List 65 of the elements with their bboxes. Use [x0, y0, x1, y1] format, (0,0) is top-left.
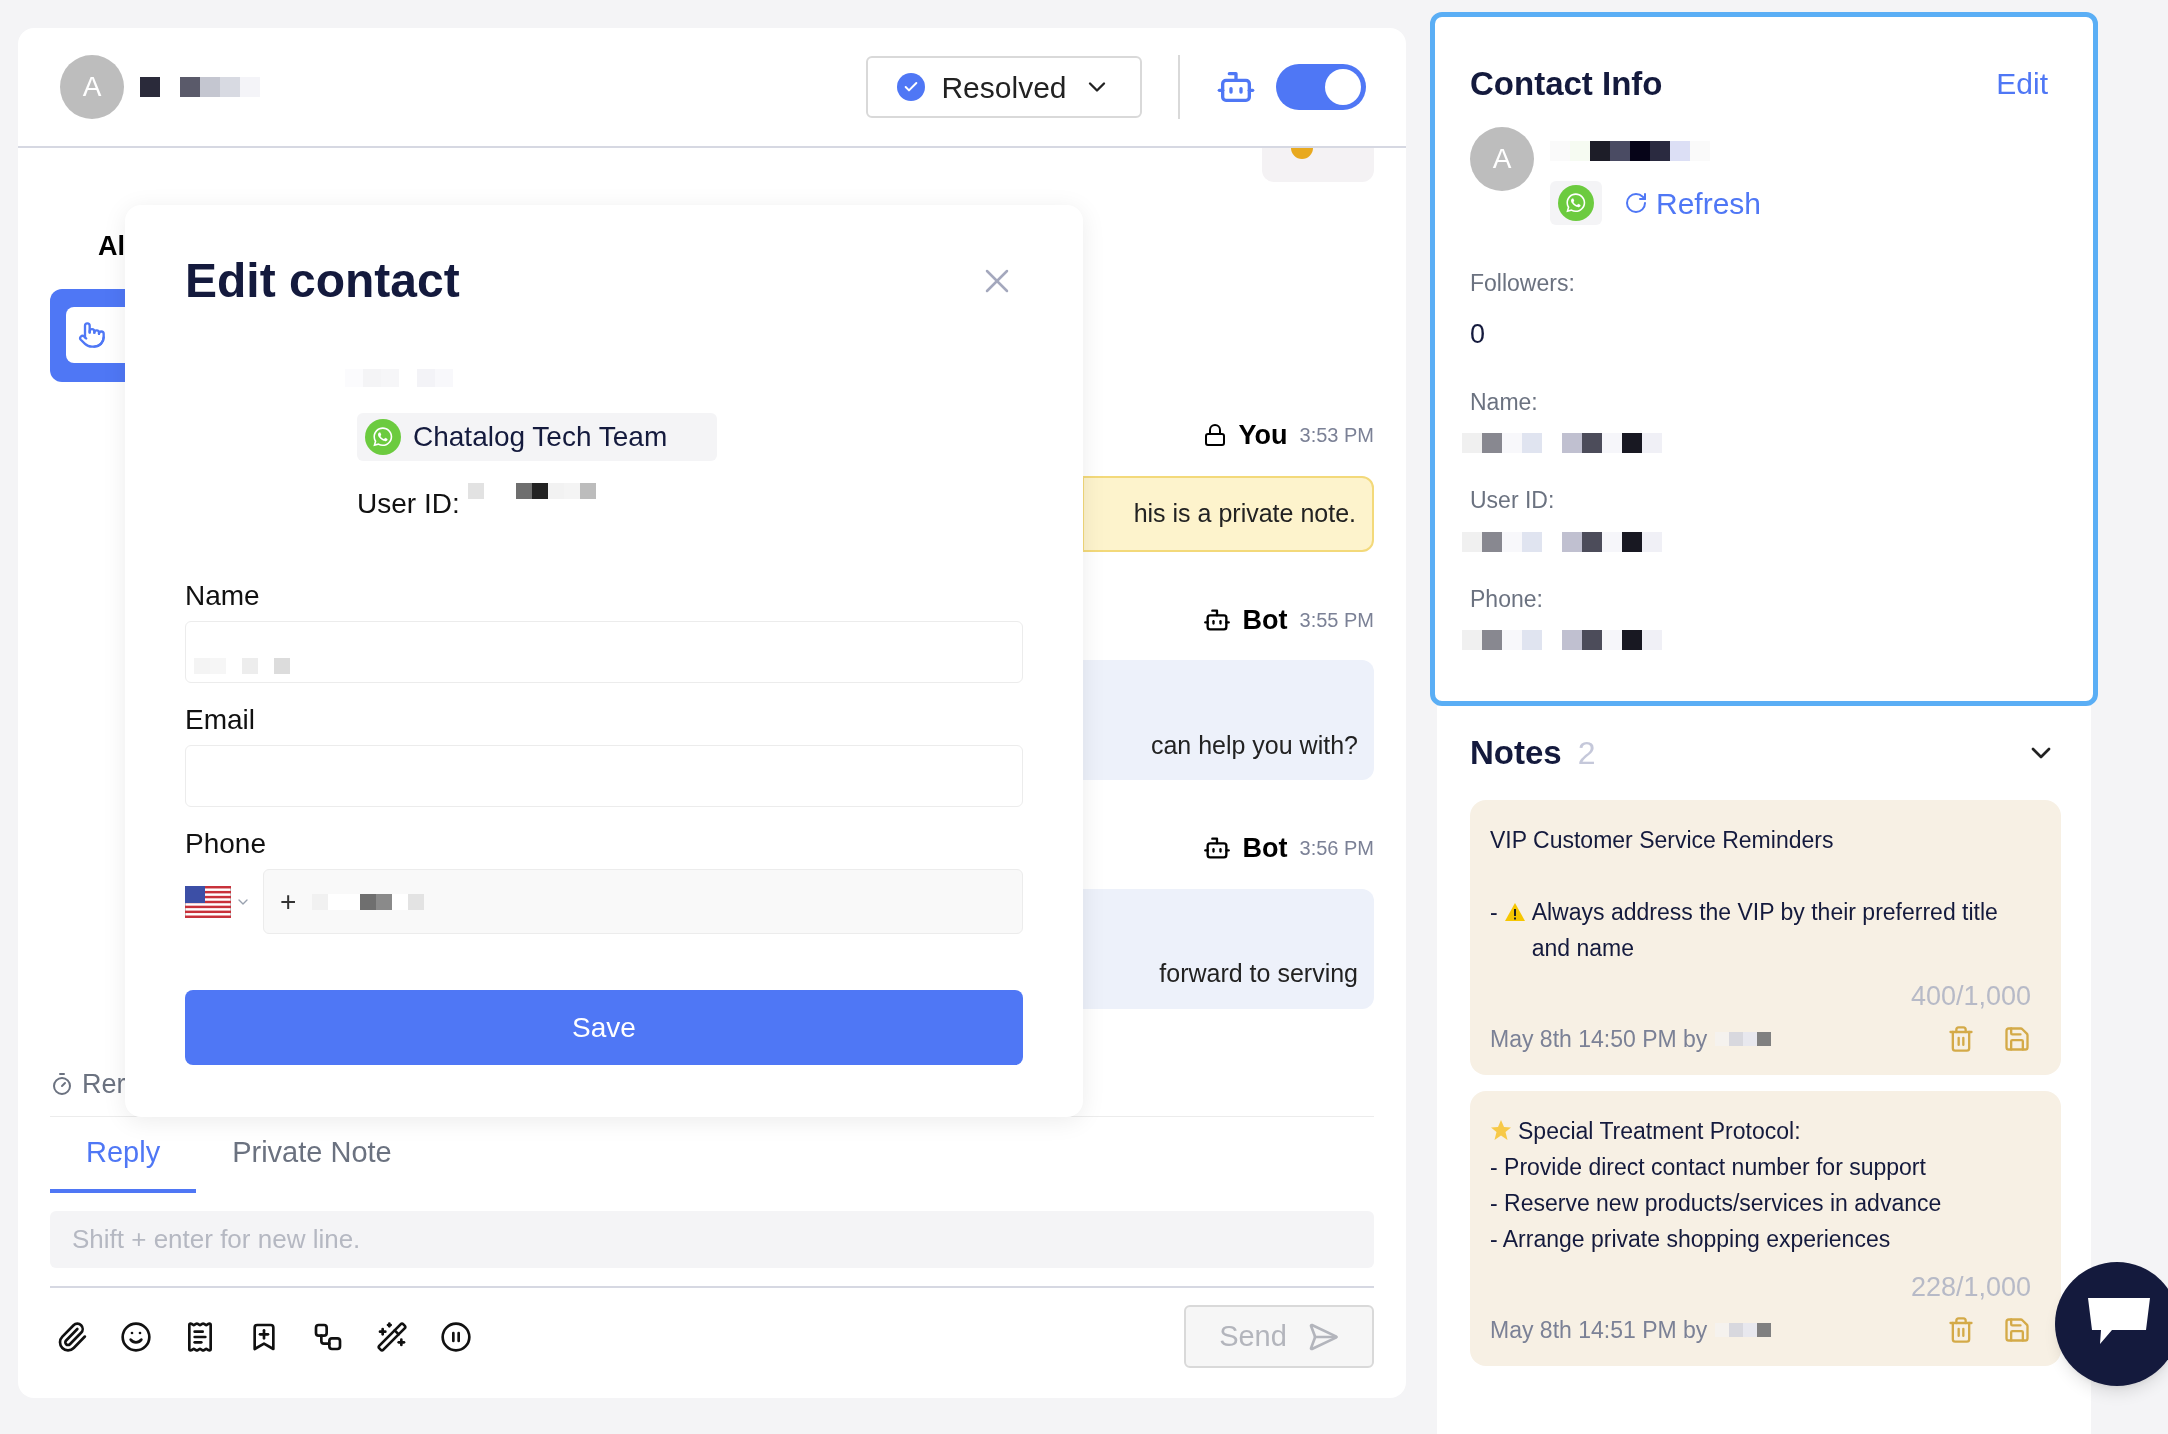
field-label: User ID: — [1470, 486, 1556, 515]
bullet-dash: - — [1490, 897, 1498, 927]
hand-pointer-icon — [78, 321, 106, 349]
whatsapp-icon — [365, 419, 401, 455]
field-label: Email — [185, 703, 255, 737]
avatar: A — [60, 55, 124, 119]
field-label: Phone — [185, 827, 266, 861]
redaction-mosaic — [1715, 1323, 1772, 1338]
user-id-label: User ID: — [357, 487, 460, 521]
character-counter: 228/1,000 — [1910, 1270, 2031, 1304]
message-time: 3:55 PM — [1299, 607, 1374, 633]
field-label: Followers: — [1470, 268, 1576, 298]
note-text: - Provide direct contact number for support — [1490, 1152, 1926, 1182]
note-meta: May 8th 14:50 PM by — [1490, 1025, 1708, 1054]
emoji-icon — [1291, 148, 1313, 159]
timer-icon — [50, 1072, 74, 1096]
note-text: Always address the VIP by their preferred title and name — [1531, 897, 1999, 963]
section-heading: Al — [97, 230, 125, 263]
sender-name: Bot — [1242, 603, 1288, 637]
us-flag-icon — [185, 885, 231, 918]
whatsapp-icon — [1558, 185, 1594, 221]
save-button[interactable]: Save — [185, 990, 1023, 1065]
card-title: Contact Info — [1470, 64, 1663, 104]
phone-input[interactable]: + — [263, 869, 1023, 934]
composer-tab[interactable]: Private Note — [196, 1117, 428, 1193]
note-meta: May 8th 14:51 PM by — [1490, 1316, 1708, 1345]
status-dropdown[interactable]: Resolved — [866, 56, 1142, 118]
message-bubble: can help you with? — [1082, 660, 1374, 780]
avatar: A — [1470, 126, 1534, 191]
channel-name: Chatalog Tech Team — [413, 420, 668, 454]
dialog-title: Edit contact — [185, 253, 460, 309]
notes-title: Notes — [1470, 733, 1562, 773]
redaction-mosaic — [1715, 1032, 1772, 1047]
character-counter: 400/1,000 — [1910, 979, 2031, 1013]
phone-prefix: + — [280, 884, 297, 919]
note-text: Special Treatment Protocol: — [1518, 1116, 1801, 1146]
bot-toggle[interactable] — [1276, 64, 1366, 110]
field-label: Name: — [1470, 387, 1539, 417]
sender-name: Bot — [1242, 832, 1288, 865]
message-time: 3:56 PM — [1299, 836, 1374, 862]
note-text: VIP Customer Service Reminders — [1490, 825, 1834, 855]
refresh-icon — [1624, 191, 1648, 215]
note-text: - Reserve new products/services in advance — [1490, 1188, 1942, 1218]
pointer-button[interactable] — [66, 307, 125, 363]
sender-name: You — [1238, 419, 1288, 452]
refresh-button[interactable]: Refresh — [1624, 180, 1762, 226]
pause-icon[interactable] — [440, 1320, 472, 1353]
text-input[interactable] — [185, 621, 1023, 683]
message-input[interactable]: Shift + enter for new line. — [50, 1211, 1374, 1268]
field-label: Name — [185, 579, 260, 613]
note-text: - Arrange private shopping experiences — [1490, 1224, 1891, 1254]
notes-count: 2 — [1577, 734, 1596, 773]
field-label: Phone: — [1470, 584, 1544, 614]
lock-icon — [1202, 423, 1227, 448]
field-value: 0 — [1470, 318, 1487, 351]
message-bubble: forward to serving — [1082, 888, 1374, 1009]
attachment-icon[interactable] — [56, 1320, 88, 1353]
message-bubble: his is a private note. — [1082, 475, 1374, 552]
edit-link[interactable]: Edit — [1996, 61, 2048, 107]
magic-wand-icon[interactable] — [376, 1320, 408, 1353]
reminders-label: Rer — [82, 1067, 126, 1101]
smiley-icon[interactable] — [120, 1320, 152, 1353]
star-icon — [1490, 1118, 1512, 1141]
warning-icon — [1503, 901, 1526, 922]
message-time: 3:53 PM — [1299, 423, 1374, 449]
